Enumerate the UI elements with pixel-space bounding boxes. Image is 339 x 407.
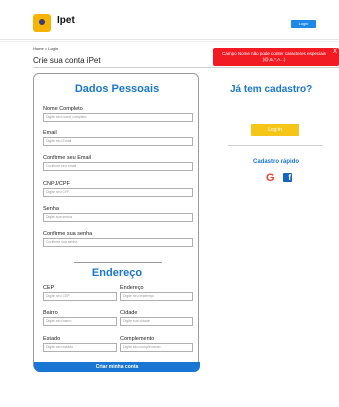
section-divider (74, 262, 162, 263)
neighborhood-label: Bairro (43, 310, 58, 316)
personal-data-title: Dados Pessoais (74, 83, 160, 95)
brand-name[interactable]: Ipet (57, 15, 75, 26)
error-toast-message: Campo Nome não pode conter caracteres es… (222, 51, 326, 62)
paw-logo-icon[interactable] (33, 14, 51, 32)
address-label: Endereço (120, 285, 144, 291)
city-input[interactable]: Digite sua cidade (120, 317, 193, 326)
address-input[interactable]: Digite seu endereço (120, 292, 193, 301)
google-icon[interactable]: G (266, 172, 276, 184)
state-label: Estado (43, 336, 61, 342)
complement-input[interactable]: Digite seu complemento (120, 343, 193, 352)
confirm-email-input[interactable]: Confirme seu email (43, 162, 193, 171)
cpf-label: CNPJ/CPF (43, 181, 70, 187)
city-label: Cidade (120, 310, 138, 316)
email-input[interactable]: Digite seu Email (43, 137, 193, 146)
password-input[interactable]: Digite sua senha (43, 213, 193, 222)
google-glyph: G (266, 172, 275, 184)
subtitle-divider (33, 67, 339, 68)
login-button[interactable]: Log in (251, 124, 299, 136)
header-divider (0, 41, 339, 42)
full-name-input[interactable]: Digite seu nome completo (43, 113, 193, 122)
error-toast: Campo Nome não pode conter caracteres es… (213, 48, 339, 66)
page-subtitle: Crie sua conta iPet (33, 56, 101, 65)
confirm-email-label: Confirme seu Email (43, 155, 91, 161)
header-login-button[interactable]: Login (291, 20, 316, 28)
cep-label: CEP (43, 285, 55, 291)
confirm-password-label: Confirme sua senha (43, 231, 93, 237)
sidebar-divider (228, 145, 323, 146)
breadcrumb[interactable]: Home > Login (33, 46, 58, 51)
create-account-button[interactable]: Criar minha conta (34, 362, 200, 372)
state-input[interactable]: Digite seu estado (43, 343, 117, 352)
neighborhood-input[interactable]: Digite seu bairro (43, 317, 117, 326)
password-label: Senha (43, 206, 59, 212)
cpf-input[interactable]: Digite seu CPF (43, 188, 193, 197)
email-label: Email (43, 130, 57, 136)
quick-signup-title: Cadastro rápido (253, 159, 300, 165)
facebook-glyph: f (288, 173, 291, 182)
facebook-icon[interactable]: f (283, 173, 292, 182)
address-title: Endereço (91, 267, 143, 279)
close-icon[interactable]: X (333, 49, 337, 55)
already-registered-title: Já tem cadastro? (230, 84, 313, 95)
top-header: Ipet Login (0, 0, 339, 40)
signup-form-card: Dados Pessoais Nome Completo Digite seu … (33, 73, 200, 372)
full-name-label: Nome Completo (43, 106, 83, 112)
confirm-password-input[interactable]: Confirme sua senha (43, 238, 193, 247)
complement-label: Complemento (120, 336, 155, 342)
cep-input[interactable]: Digite seu CEP (43, 292, 117, 301)
